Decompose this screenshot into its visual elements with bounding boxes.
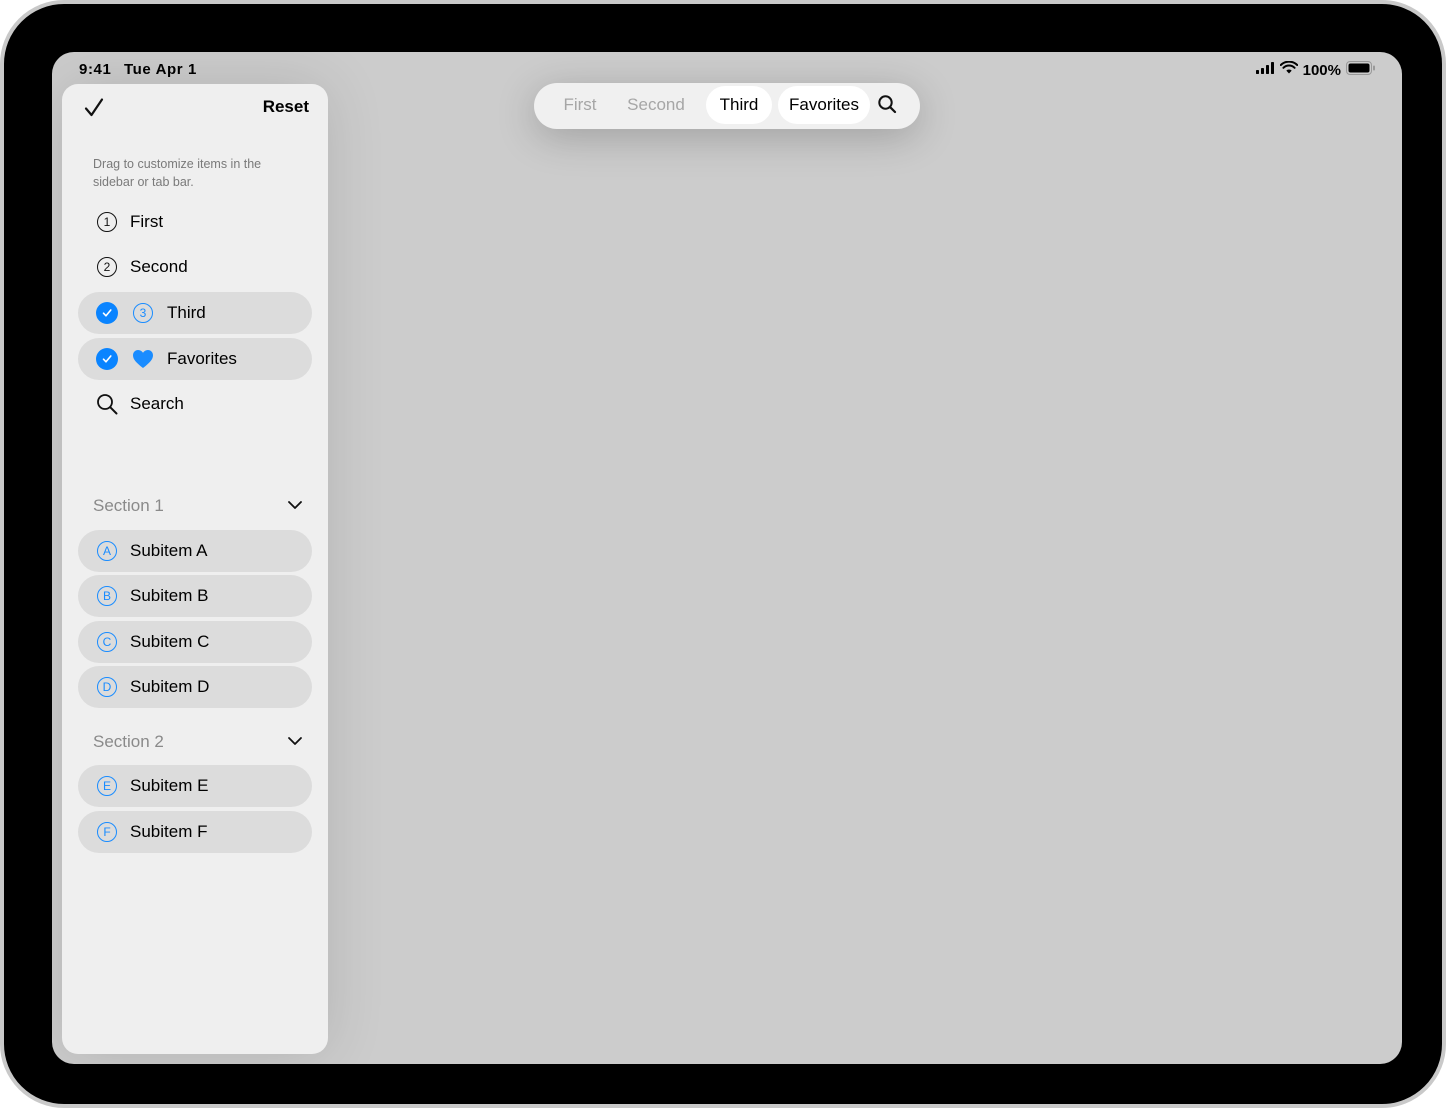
letter-a-circle-icon: A bbox=[95, 539, 119, 563]
sidebar-item-label: Third bbox=[167, 303, 206, 322]
number-2-circle-icon: 2 bbox=[95, 255, 119, 279]
sidebar-item-favorites[interactable]: Favorites bbox=[78, 338, 312, 380]
sidebar-item-second[interactable]: 2 Second bbox=[78, 246, 312, 288]
status-time: 9:41 bbox=[79, 61, 112, 78]
screen: 9:41 Tue Apr 1 100% First Second Third F… bbox=[52, 52, 1402, 1064]
sidebar-item-label: Favorites bbox=[167, 349, 237, 368]
sidebar-item-label: Subitem C bbox=[130, 632, 210, 651]
sidebar-item-subitem-a[interactable]: A Subitem A bbox=[78, 530, 312, 572]
sidebar-item-subitem-e[interactable]: E Subitem E bbox=[78, 765, 312, 807]
section-1-header[interactable]: Section 1 bbox=[93, 494, 303, 518]
sidebar-item-label: Subitem E bbox=[130, 776, 209, 795]
device-frame: 9:41 Tue Apr 1 100% First Second Third F… bbox=[0, 0, 1446, 1108]
chevron-down-icon[interactable] bbox=[287, 497, 303, 515]
letter-b-circle-icon: B bbox=[95, 584, 119, 608]
letter-d-circle-icon: D bbox=[95, 675, 119, 699]
customize-hint: Drag to customize items in the sidebar o… bbox=[93, 157, 262, 189]
magnifier-icon bbox=[95, 392, 119, 416]
sidebar: Reset Drag to customize items in the sid… bbox=[62, 84, 328, 1054]
chevron-down-icon[interactable] bbox=[287, 733, 303, 751]
section-2-header[interactable]: Section 2 bbox=[93, 730, 303, 754]
sidebar-item-label: Subitem B bbox=[130, 586, 209, 605]
sidebar-item-label: Search bbox=[130, 394, 184, 413]
tab-favorites[interactable]: Favorites bbox=[778, 86, 870, 124]
section-title: Section 1 bbox=[93, 496, 164, 515]
sidebar-item-label: First bbox=[130, 212, 164, 231]
sidebar-item-label: Second bbox=[130, 257, 188, 276]
tab-second[interactable]: Second bbox=[618, 86, 694, 124]
status-indicators: 100% bbox=[1255, 60, 1376, 80]
status-date: Tue Apr 1 bbox=[124, 61, 197, 78]
tab-first[interactable]: First bbox=[554, 86, 606, 124]
wifi-icon bbox=[1279, 60, 1298, 79]
heart-icon bbox=[131, 347, 155, 371]
tab-search-icon[interactable] bbox=[877, 94, 901, 118]
cellular-signal-icon bbox=[1255, 61, 1275, 79]
sidebar-item-label: Subitem D bbox=[130, 677, 210, 696]
number-1-circle-icon: 1 bbox=[95, 210, 119, 234]
sidebar-item-third[interactable]: 3 Third bbox=[78, 292, 312, 334]
tab-bar: First Second Third Favorites bbox=[534, 83, 920, 129]
battery-icon bbox=[1346, 60, 1376, 80]
selected-check-icon[interactable] bbox=[95, 301, 119, 325]
sidebar-item-subitem-c[interactable]: C Subitem C bbox=[78, 621, 312, 663]
sidebar-item-search[interactable]: Search bbox=[78, 383, 312, 425]
sidebar-item-subitem-d[interactable]: D Subitem D bbox=[78, 666, 312, 708]
section-title: Section 2 bbox=[93, 732, 164, 751]
sidebar-item-label: Subitem A bbox=[130, 541, 208, 560]
selected-check-icon[interactable] bbox=[95, 347, 119, 371]
sidebar-item-first[interactable]: 1 First bbox=[78, 201, 312, 243]
sidebar-item-label: Subitem F bbox=[130, 822, 208, 841]
sidebar-item-subitem-f[interactable]: F Subitem F bbox=[78, 811, 312, 853]
status-bar: 9:41 Tue Apr 1 100% bbox=[52, 52, 1402, 86]
checkmark-icon[interactable] bbox=[82, 96, 106, 120]
letter-f-circle-icon: F bbox=[95, 820, 119, 844]
letter-c-circle-icon: C bbox=[95, 630, 119, 654]
sidebar-item-subitem-b[interactable]: B Subitem B bbox=[78, 575, 312, 617]
reset-button[interactable]: Reset bbox=[263, 97, 309, 117]
tab-third[interactable]: Third bbox=[706, 86, 772, 124]
number-3-circle-icon: 3 bbox=[131, 301, 155, 325]
battery-percent: 100% bbox=[1302, 61, 1341, 79]
letter-e-circle-icon: E bbox=[95, 774, 119, 798]
